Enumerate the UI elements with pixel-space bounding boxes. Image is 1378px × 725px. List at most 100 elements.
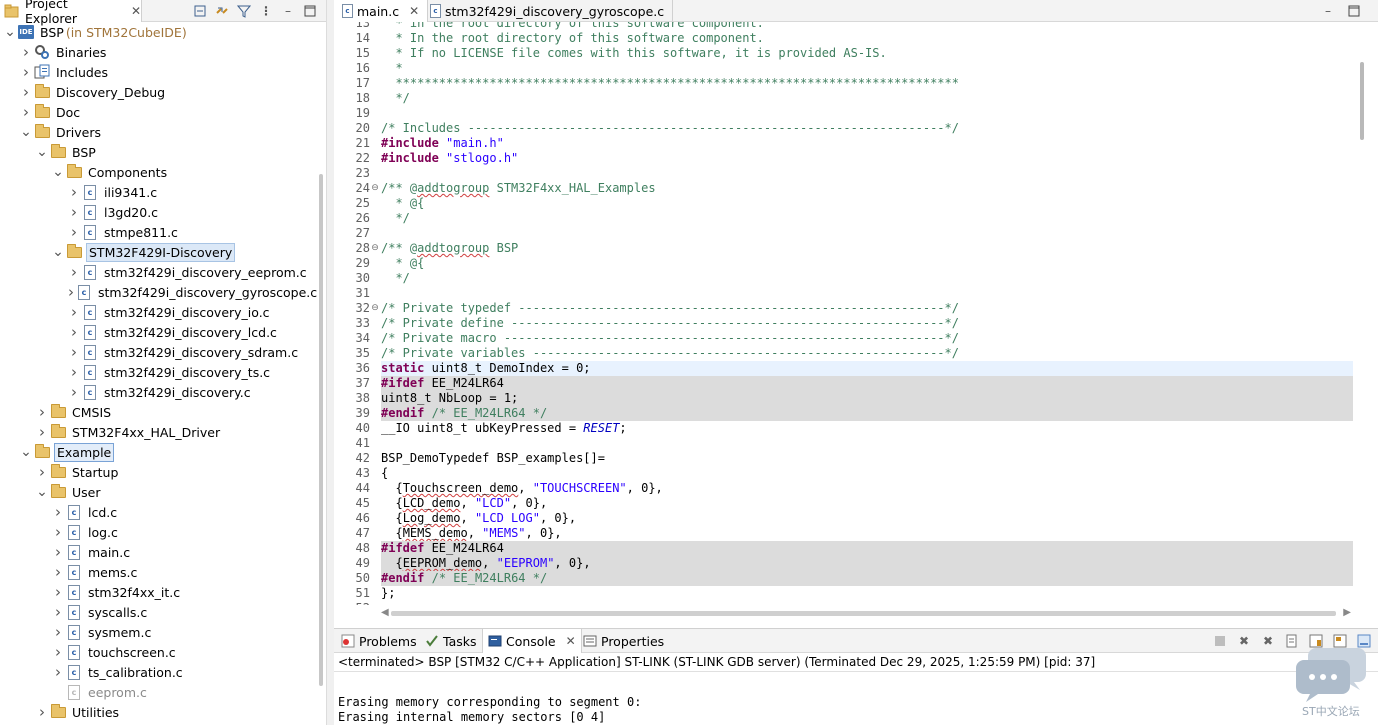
tab-tasks[interactable]: Tasks [420,629,482,653]
close-icon[interactable]: ✕ [131,4,141,18]
chevron-right-icon[interactable]: › [68,362,80,382]
code-line[interactable] [381,226,1353,241]
chevron-down-icon[interactable]: ⌄ [52,242,64,262]
tree-item-discovery-debug[interactable]: › Discovery_Debug [0,82,318,102]
panel-sash[interactable] [326,0,334,725]
tree-item-bsp[interactable]: ⌄ IDE BSP (in STM32CubeIDE) [0,22,318,42]
tree-item-mems-c[interactable]: › c mems.c [0,562,318,582]
code-line[interactable]: }; [381,586,1353,601]
chevron-right-icon[interactable]: › [36,702,48,722]
code-line[interactable]: /* Private macro -----------------------… [381,331,1353,346]
tree-item-stmpe811-c[interactable]: › c stmpe811.c [0,222,318,242]
tree-item-stm32f429i-discovery-eeprom-c[interactable]: › c stm32f429i_discovery_eeprom.c [0,262,318,282]
code-line[interactable]: */ [381,271,1353,286]
code-line[interactable]: * @{ [381,256,1353,271]
code-line[interactable]: uint8_t NbLoop = 1; [381,391,1353,406]
code-line[interactable] [381,436,1353,451]
chevron-down-icon[interactable]: ⌄ [36,482,48,502]
chevron-right-icon[interactable]: › [68,382,80,402]
chevron-right-icon[interactable]: › [52,602,64,622]
tree-item-lcd-c[interactable]: › c lcd.c [0,502,318,522]
code-line[interactable]: {LCD_demo, "LCD", 0}, [381,496,1353,511]
tree-item-stm32f429i-discovery[interactable]: ⌄ STM32F429I-Discovery [0,242,318,262]
view-menu-icon[interactable]: ⋮ [258,3,274,19]
chevron-right-icon[interactable]: › [68,282,74,302]
terminate-icon[interactable] [1212,633,1228,649]
remove-all-terminated-icon[interactable]: ✖ [1260,633,1276,649]
code-line[interactable]: */ [381,211,1353,226]
chevron-down-icon[interactable]: ⌄ [20,442,32,462]
tree-item-components[interactable]: ⌄ Components [0,162,318,182]
code-line[interactable]: /* Includes ----------------------------… [381,121,1353,136]
tab-console[interactable]: Console ✕ [482,629,582,653]
chevron-right-icon[interactable]: › [52,542,64,562]
chevron-down-icon[interactable]: ⌄ [52,162,64,182]
tree-item-utilities[interactable]: › Utilities [0,702,318,722]
code-line[interactable]: * [381,61,1353,76]
chevron-right-icon[interactable]: › [52,502,64,522]
chevron-down-icon[interactable]: ⌄ [20,122,32,142]
code-line[interactable]: #include "stlogo.h" [381,151,1353,166]
code-line[interactable]: {Log_demo, "LCD LOG", 0}, [381,511,1353,526]
code-line[interactable]: /** @addtogroup STM32F4xx_HAL_Examples [381,181,1353,196]
code-line[interactable]: #endif /* EE_M24LR64 */ [381,406,1353,421]
tree-item-includes[interactable]: › Includes [0,62,318,82]
filter-icon[interactable] [236,3,252,19]
fold-toggle-icon[interactable]: ⊖ [370,301,380,316]
tree-item-ili9341-c[interactable]: › c ili9341.c [0,182,318,202]
chevron-right-icon[interactable]: › [68,322,80,342]
code-line[interactable]: /** @addtogroup BSP [381,241,1353,256]
chevron-right-icon[interactable]: › [20,82,32,102]
chevron-right-icon[interactable]: › [68,342,80,362]
tree-item-stm32f429i-discovery-gyroscope-c[interactable]: › c stm32f429i_discovery_gyroscope.c [0,282,318,302]
chevron-right-icon[interactable]: › [68,202,80,222]
fold-toggle-icon[interactable]: ⊖ [370,241,380,256]
tree-item-syscalls-c[interactable]: › c syscalls.c [0,602,318,622]
chevron-right-icon[interactable]: › [68,222,80,242]
minimize-view-icon[interactable]: – [280,3,296,19]
code-line[interactable] [381,286,1353,301]
chevron-right-icon[interactable]: › [52,642,64,662]
code-line[interactable] [381,601,1353,605]
chevron-right-icon[interactable]: › [68,302,80,322]
chevron-right-icon[interactable]: › [20,62,32,82]
code-line[interactable]: /* Private define ----------------------… [381,316,1353,331]
tab-properties[interactable]: Properties [578,629,669,653]
chevron-right-icon[interactable]: › [36,402,48,422]
tree-item-l3gd20-c[interactable]: › c l3gd20.c [0,202,318,222]
code-line[interactable]: BSP_DemoTypedef BSP_examples[]= [381,451,1353,466]
tree-item-ts-calibration-c[interactable]: › c ts_calibration.c [0,662,318,682]
minimize-view-icon[interactable]: – [1320,3,1336,19]
maximize-view-icon[interactable] [1346,3,1362,19]
tree-item-log-c[interactable]: › c log.c [0,522,318,542]
fold-toggle-icon[interactable]: ⊖ [370,181,380,196]
tree-item-binaries[interactable]: › Binaries [0,42,318,62]
tree-item-eeprom-c[interactable]: c eeprom.c [0,682,318,702]
code-line[interactable]: __IO uint8_t ubKeyPressed = RESET; [381,421,1353,436]
code-line[interactable]: #ifdef EE_M24LR64 [381,541,1353,556]
link-with-editor-icon[interactable] [214,3,230,19]
code-line[interactable]: #endif /* EE_M24LR64 */ [381,571,1353,586]
code-line[interactable]: * in the root directory of this software… [381,22,1353,31]
code-line[interactable]: /* Private variables -------------------… [381,346,1353,361]
tree-item-sysmem-c[interactable]: › c sysmem.c [0,622,318,642]
chevron-right-icon[interactable]: › [52,662,64,682]
tree-item-stm32f4xx-it-c[interactable]: › c stm32f4xx_it.c [0,582,318,602]
chevron-right-icon[interactable]: › [36,422,48,442]
tab-main-c[interactable]: c main.c ✕ [334,0,429,22]
project-explorer-scrollbar[interactable] [319,174,323,686]
code-line[interactable]: static uint8_t DemoIndex = 0; [381,361,1353,376]
chevron-right-icon[interactable]: › [36,462,48,482]
code-line[interactable]: */ [381,91,1353,106]
tree-item-user[interactable]: ⌄ User [0,482,318,502]
editor-horizontal-scrollbar[interactable]: ◀ ▶ [381,607,1351,619]
chevron-right-icon[interactable]: › [52,562,64,582]
close-icon[interactable]: ✕ [566,634,576,648]
tab-gyroscope-c[interactable]: c stm32f429i_discovery_gyroscope.c [422,0,674,22]
code-line[interactable]: * If no LICENSE file comes with this sof… [381,46,1353,61]
tree-item-startup[interactable]: › Startup [0,462,318,482]
tree-item-stm32f429i-discovery-lcd-c[interactable]: › c stm32f429i_discovery_lcd.c [0,322,318,342]
code-line[interactable] [381,166,1353,181]
remove-launch-icon[interactable]: ✖ [1236,633,1252,649]
code-line[interactable]: { [381,466,1353,481]
